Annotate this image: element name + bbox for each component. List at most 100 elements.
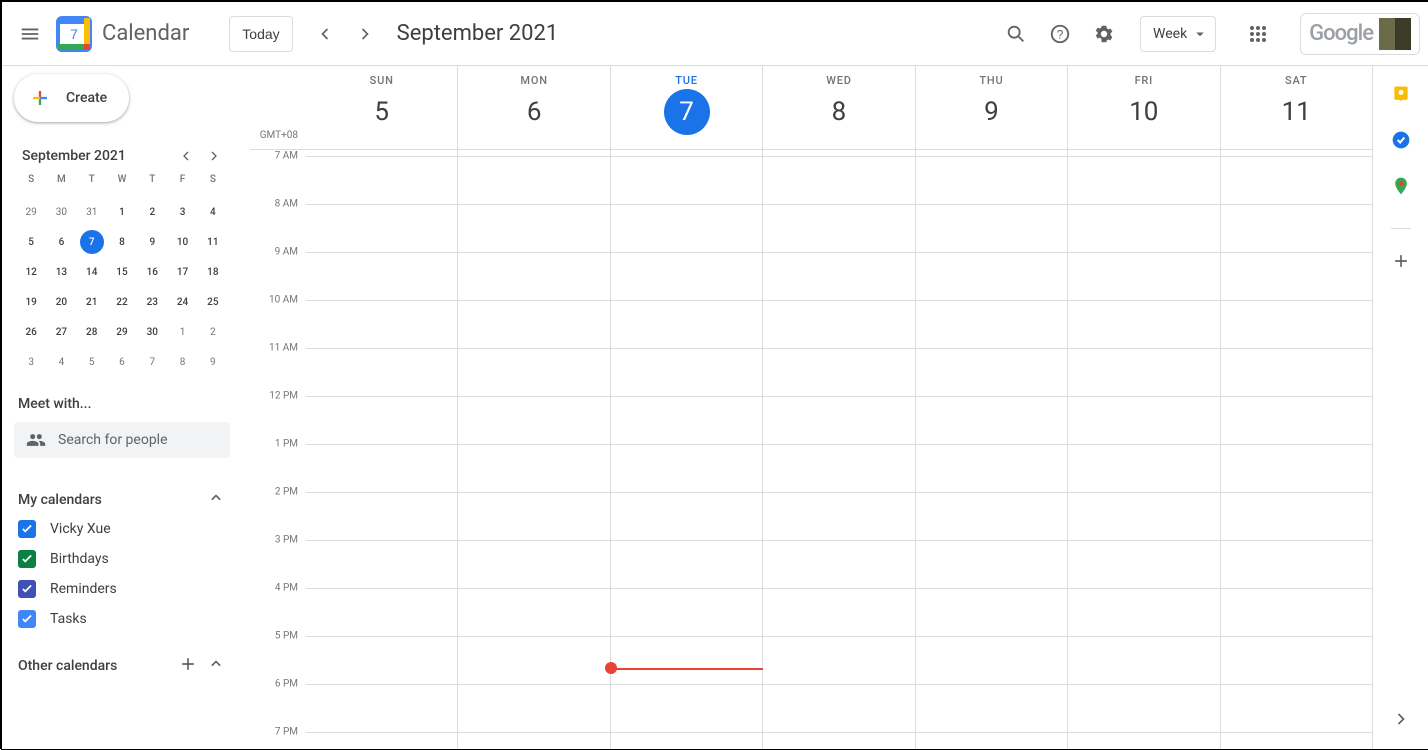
search-people-input[interactable]: Search for people [14,422,230,458]
mini-day[interactable]: 1 [110,200,134,224]
day-column[interactable] [762,150,914,749]
mini-day[interactable]: 19 [19,290,43,314]
mini-day[interactable]: 3 [171,200,195,224]
mini-day[interactable]: 6 [49,230,73,254]
mini-day[interactable]: 5 [80,350,104,374]
tasks-icon [1391,130,1411,150]
mini-day[interactable]: 29 [110,320,134,344]
day-column[interactable] [457,150,609,749]
day-header[interactable]: SUN5 [306,66,457,149]
mini-day[interactable]: 23 [140,290,164,314]
app-logo-block[interactable]: 7 Calendar [54,14,189,54]
time-label: 9 AM [275,247,298,258]
next-period-button[interactable] [345,14,385,54]
other-calendars-collapse[interactable] [206,654,226,678]
side-panel-maps[interactable] [1391,176,1411,200]
mini-next-month[interactable] [202,144,226,168]
mini-day[interactable]: 24 [171,290,195,314]
mini-day[interactable]: 7 [140,350,164,374]
mini-day[interactable]: 4 [49,350,73,374]
side-panel-add[interactable] [1391,251,1411,275]
calendar-item[interactable]: Tasks [14,610,230,628]
calendar-item[interactable]: Birthdays [14,550,230,568]
day-of-week: THU [979,74,1003,87]
mini-day[interactable]: 11 [201,230,225,254]
account-widget[interactable]: Google [1300,13,1420,55]
mini-day[interactable]: 14 [80,260,104,284]
day-header[interactable]: FRI10 [1067,66,1219,149]
search-icon [1005,23,1027,45]
mini-day[interactable]: 10 [171,230,195,254]
side-panel-collapse[interactable] [1391,709,1411,733]
mini-day[interactable]: 17 [171,260,195,284]
view-label: Week [1153,26,1187,42]
help-icon: ? [1049,23,1071,45]
mini-day[interactable]: 2 [140,200,164,224]
mini-day[interactable]: 1 [171,320,195,344]
side-panel-tasks[interactable] [1391,130,1411,154]
mini-day[interactable]: 28 [80,320,104,344]
mini-day[interactable]: 27 [49,320,73,344]
mini-day[interactable]: 18 [201,260,225,284]
today-button[interactable]: Today [229,16,292,52]
main-menu-button[interactable] [10,14,50,54]
my-calendars-collapse[interactable] [206,488,226,512]
mini-day[interactable]: 13 [49,260,73,284]
day-header[interactable]: MON6 [457,66,609,149]
mini-day[interactable]: 8 [171,350,195,374]
mini-day[interactable]: 30 [49,200,73,224]
day-column[interactable] [610,150,762,749]
mini-day[interactable]: 21 [80,290,104,314]
mini-day[interactable]: 29 [19,200,43,224]
calendar-grid-scroll[interactable]: 1 AM2 AM3 AM4 AM5 AM6 AM7 AM8 AM9 AM10 A… [250,150,1372,749]
sidebar: Create September 2021 SMTWTFS29303112345… [2,66,250,749]
add-other-calendar[interactable] [178,654,198,678]
day-of-week: MON [520,74,547,87]
view-switcher[interactable]: Week [1140,16,1216,52]
day-header[interactable]: SAT11 [1220,66,1372,149]
google-apps-button[interactable] [1238,14,1278,54]
mini-day[interactable]: 8 [110,230,134,254]
mini-day[interactable]: 6 [110,350,134,374]
mini-day[interactable]: 4 [201,200,225,224]
mini-day[interactable]: 7 [80,230,104,254]
day-of-week: SUN [370,74,394,87]
day-header[interactable]: THU9 [915,66,1067,149]
day-header[interactable]: WED8 [762,66,914,149]
settings-button[interactable] [1084,14,1124,54]
calendar-item[interactable]: Reminders [14,580,230,598]
mini-prev-month[interactable] [174,144,198,168]
support-button[interactable]: ? [1040,14,1080,54]
mini-day[interactable]: 9 [140,230,164,254]
search-button[interactable] [996,14,1036,54]
mini-day[interactable]: 20 [49,290,73,314]
mini-day[interactable]: 15 [110,260,134,284]
mini-day[interactable]: 2 [201,320,225,344]
checkbox-icon [18,610,36,628]
day-column[interactable] [915,150,1067,749]
mini-day[interactable]: 30 [140,320,164,344]
day-column[interactable] [1067,150,1219,749]
mini-day[interactable]: 25 [201,290,225,314]
side-panel-keep[interactable] [1391,84,1411,108]
day-column[interactable] [306,150,457,749]
mini-day[interactable]: 31 [80,200,104,224]
day-header[interactable]: TUE7 [610,66,762,149]
chevron-right-icon [206,148,222,164]
time-label: 8 AM [275,199,298,210]
day-column[interactable] [1220,150,1372,749]
other-calendars-label: Other calendars [18,658,117,674]
prev-period-button[interactable] [305,14,345,54]
svg-text:?: ? [1057,27,1064,41]
calendar-item[interactable]: Vicky Xue [14,520,230,538]
mini-day[interactable]: 9 [201,350,225,374]
mini-day[interactable]: 3 [19,350,43,374]
create-button[interactable]: Create [14,74,129,122]
mini-day[interactable]: 5 [19,230,43,254]
mini-calendar-title: September 2021 [22,148,126,164]
mini-day[interactable]: 26 [19,320,43,344]
google-label: Google [1309,21,1373,46]
mini-day[interactable]: 22 [110,290,134,314]
mini-day[interactable]: 12 [19,260,43,284]
mini-day[interactable]: 16 [140,260,164,284]
